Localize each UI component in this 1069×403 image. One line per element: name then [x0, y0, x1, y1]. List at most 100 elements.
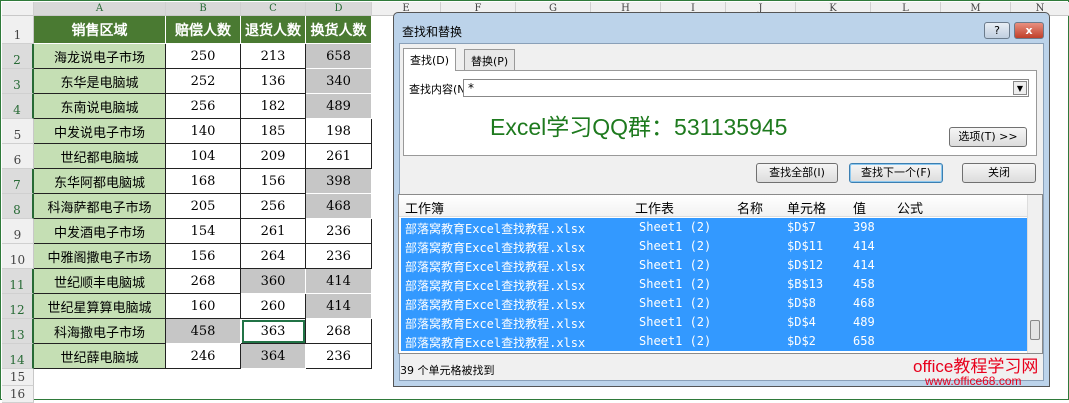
cell-area[interactable]: 东华阿都电脑城 — [34, 169, 166, 194]
list-column-header[interactable]: 值 — [853, 198, 866, 217]
cell-D9[interactable]: 236 — [306, 219, 372, 244]
result-row[interactable]: 部落窝教育Excel查找教程.xlsx Sheet1 (2) $D$8 468 — [401, 294, 1027, 313]
cell-C14[interactable]: 364 — [241, 344, 306, 369]
cell-B9[interactable]: 154 — [166, 219, 241, 244]
scrollbar-thumb[interactable] — [1030, 320, 1040, 340]
row-header-6[interactable]: 6 — [2, 144, 34, 169]
list-column-header[interactable]: 名称 — [737, 198, 763, 217]
result-row[interactable]: 部落窝教育Excel查找教程.xlsx Sheet1 (2) $D$4 489 — [401, 313, 1027, 332]
result-row[interactable]: 部落窝教育Excel查找教程.xlsx Sheet1 (2) $D$11 414 — [401, 237, 1027, 256]
cell-B3[interactable]: 252 — [166, 69, 241, 94]
cell-C2[interactable]: 213 — [241, 44, 306, 69]
select-all-corner[interactable] — [2, 2, 34, 16]
cell-C8[interactable]: 256 — [241, 194, 306, 219]
scrollbar[interactable] — [1027, 195, 1042, 353]
cell-B5[interactable]: 140 — [166, 119, 241, 144]
row-header-5[interactable]: 5 — [2, 119, 34, 144]
cell-C7[interactable]: 156 — [241, 169, 306, 194]
cell-D14[interactable]: 236 — [306, 344, 372, 369]
row-header-1[interactable]: 1 — [2, 16, 34, 44]
cell-B2[interactable]: 250 — [166, 44, 241, 69]
cell-area[interactable]: 世纪顺丰电脑城 — [34, 269, 166, 294]
cell-B13[interactable]: 458 — [166, 319, 241, 344]
cell-area[interactable]: 世纪都电脑城 — [34, 144, 166, 169]
row-header-15[interactable]: 15 — [2, 369, 34, 386]
cell-D7[interactable]: 398 — [306, 169, 372, 194]
row-header-3[interactable]: 3 — [2, 69, 34, 94]
cell-B6[interactable]: 104 — [166, 144, 241, 169]
cell-B14[interactable]: 246 — [166, 344, 241, 369]
options-button[interactable]: 选项(T) >> — [949, 127, 1027, 147]
cell-area[interactable]: 东南说电脑城 — [34, 94, 166, 119]
cell-D13[interactable]: 268 — [306, 319, 372, 344]
result-row[interactable]: 部落窝教育Excel查找教程.xlsx Sheet1 (2) $D$12 414 — [401, 256, 1027, 275]
cell-D5[interactable]: 198 — [306, 119, 372, 144]
results-list[interactable]: 工作簿 工作表 名称 单元格 值 公式 部落窝教育Excel查找教程.xlsx Sheet1… — [398, 194, 1043, 354]
cell-area[interactable]: 东华是电脑城 — [34, 69, 166, 94]
tab-replace[interactable]: 替换(P) — [464, 49, 516, 70]
cell-C13[interactable]: 363 — [241, 319, 306, 344]
help-button[interactable]: ? — [984, 22, 1010, 39]
find-input[interactable]: * ▼ — [463, 79, 1029, 97]
row-header-13[interactable]: 13 — [2, 319, 34, 344]
cell-D10[interactable]: 236 — [306, 244, 372, 269]
column-header-A[interactable]: A — [34, 2, 166, 16]
cell-D8[interactable]: 468 — [306, 194, 372, 219]
column-header-B[interactable]: B — [166, 2, 241, 16]
cell-D2[interactable]: 658 — [306, 44, 372, 69]
row-header-10[interactable]: 10 — [2, 244, 34, 269]
cell-D12[interactable]: 414 — [306, 294, 372, 319]
cell-B12[interactable]: 160 — [166, 294, 241, 319]
cell-C11[interactable]: 360 — [241, 269, 306, 294]
close-icon[interactable]: x — [1014, 22, 1044, 39]
cell-B10[interactable]: 156 — [166, 244, 241, 269]
row-header-2[interactable]: 2 — [2, 44, 34, 69]
cell-C5[interactable]: 185 — [241, 119, 306, 144]
row-header-4[interactable]: 4 — [2, 94, 34, 119]
cell-area[interactable]: 中发酒电子市场 — [34, 219, 166, 244]
column-title[interactable]: 退货人数 — [241, 16, 306, 44]
cell-B11[interactable]: 268 — [166, 269, 241, 294]
find-all-button[interactable]: 查找全部(I) — [756, 163, 838, 183]
cell-D3[interactable]: 340 — [306, 69, 372, 94]
cell-C3[interactable]: 136 — [241, 69, 306, 94]
cell-area[interactable]: 中雅阁撒电子市场 — [34, 244, 166, 269]
column-header-D[interactable]: D — [306, 2, 372, 16]
result-row[interactable]: 部落窝教育Excel查找教程.xlsx Sheet1 (2) $B$13 458 — [401, 275, 1027, 294]
cell-area[interactable]: 科海萨都电子市场 — [34, 194, 166, 219]
row-header-14[interactable]: 14 — [2, 344, 34, 369]
cell-area[interactable]: 中发说电子市场 — [34, 119, 166, 144]
list-column-header[interactable]: 单元格 — [787, 198, 826, 217]
cell-C4[interactable]: 182 — [241, 94, 306, 119]
list-column-header[interactable]: 公式 — [897, 198, 923, 217]
column-title[interactable]: 赔偿人数 — [166, 16, 241, 44]
list-column-header[interactable]: 工作表 — [635, 198, 674, 217]
find-next-button[interactable]: 查找下一个(F) — [849, 163, 943, 183]
result-row[interactable]: 部落窝教育Excel查找教程.xlsx Sheet1 (2) $D$7 398 — [401, 218, 1027, 237]
cell-D4[interactable]: 489 — [306, 94, 372, 119]
column-title[interactable]: 换货人数 — [306, 16, 372, 44]
list-column-header[interactable]: 工作簿 — [405, 198, 444, 217]
cell-C10[interactable]: 264 — [241, 244, 306, 269]
cell-B4[interactable]: 256 — [166, 94, 241, 119]
cell-D6[interactable]: 261 — [306, 144, 372, 169]
cell-C6[interactable]: 209 — [241, 144, 306, 169]
column-title[interactable]: 销售区域 — [34, 16, 166, 44]
row-header-7[interactable]: 7 — [2, 169, 34, 194]
row-header-8[interactable]: 8 — [2, 194, 34, 219]
row-header-11[interactable]: 11 — [2, 269, 34, 294]
cell-C9[interactable]: 261 — [241, 219, 306, 244]
close-button[interactable]: 关闭 — [962, 163, 1036, 183]
tab-find[interactable]: 查找(D) — [403, 48, 457, 71]
cell-D11[interactable]: 414 — [306, 269, 372, 294]
dropdown-arrow-icon[interactable]: ▼ — [1013, 81, 1027, 95]
cell-area[interactable]: 世纪薛电脑城 — [34, 344, 166, 369]
cell-C12[interactable]: 260 — [241, 294, 306, 319]
cell-B8[interactable]: 205 — [166, 194, 241, 219]
row-header-16[interactable]: 16 — [2, 386, 34, 403]
cell-area[interactable]: 世纪星算算电脑城 — [34, 294, 166, 319]
cell-area[interactable]: 海龙说电子市场 — [34, 44, 166, 69]
result-row[interactable]: 部落窝教育Excel查找教程.xlsx Sheet1 (2) $D$2 658 — [401, 332, 1027, 351]
row-header-12[interactable]: 12 — [2, 294, 34, 319]
cell-area[interactable]: 科海撒电子市场 — [34, 319, 166, 344]
